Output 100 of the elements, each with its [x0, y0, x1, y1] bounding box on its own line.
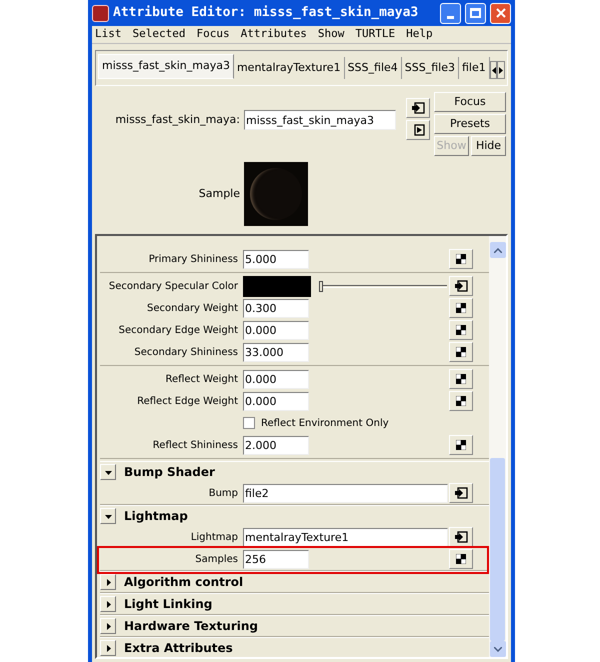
- section-title: Light Linking: [124, 596, 212, 613]
- map-button[interactable]: [449, 435, 473, 455]
- number-field[interactable]: 33.000: [243, 342, 309, 362]
- map-button[interactable]: [449, 320, 473, 340]
- maximize-button[interactable]: [465, 2, 486, 24]
- map-button[interactable]: [449, 549, 473, 569]
- number-field[interactable]: 0.000: [243, 320, 309, 340]
- number-field[interactable]: 0.000: [243, 370, 309, 388]
- menu-item[interactable]: Attributes: [240, 26, 307, 43]
- map-button[interactable]: [449, 249, 473, 269]
- maximize-icon: [470, 8, 481, 18]
- attribute-label: Samples: [194, 552, 239, 566]
- sample-preview: [244, 162, 308, 226]
- section-title: Lightmap: [124, 508, 188, 525]
- number-field[interactable]: 5.000: [243, 250, 309, 268]
- attribute-label: Secondary Specular Color: [108, 280, 239, 294]
- down-caret-icon: [104, 512, 112, 520]
- menu-item[interactable]: Focus: [196, 26, 230, 43]
- connect-button[interactable]: [406, 98, 430, 118]
- sample-label: Sample: [198, 186, 241, 202]
- menu-item[interactable]: Show: [318, 26, 344, 43]
- right-caret-icon: [104, 644, 112, 652]
- input-icon: [454, 280, 468, 292]
- attribute-label: Secondary Edge Weight: [118, 324, 239, 338]
- connect-button[interactable]: [449, 276, 473, 296]
- close-button[interactable]: [490, 2, 511, 24]
- expand-toggle[interactable]: [100, 596, 116, 612]
- minimize-icon: [447, 16, 454, 18]
- map-button[interactable]: [449, 391, 473, 411]
- right-arrow-icon: [499, 66, 504, 74]
- attribute-label: Secondary Shininess: [133, 346, 239, 360]
- right-caret-icon: [104, 622, 112, 630]
- checkbox-box[interactable]: [243, 417, 255, 429]
- right-caret-icon: [104, 600, 112, 608]
- checker-icon: [456, 303, 466, 313]
- tab[interactable]: misss_fast_skin_maya3: [98, 54, 234, 79]
- checkbox-label: Reflect Environment Only: [261, 416, 389, 430]
- menu-item[interactable]: TURTLE: [355, 26, 396, 43]
- slider-thumb[interactable]: [319, 280, 323, 292]
- attribute-label: Reflect Edge Weight: [136, 394, 239, 408]
- connect-button[interactable]: [449, 527, 473, 547]
- checker-icon: [456, 554, 466, 564]
- map-button[interactable]: [449, 369, 473, 389]
- checker-icon: [456, 374, 466, 384]
- checker-icon: [456, 396, 466, 406]
- slider-track[interactable]: [319, 280, 447, 292]
- number-field[interactable]: 0.300: [243, 298, 309, 318]
- scroll-down-button[interactable]: [490, 641, 506, 657]
- expand-toggle[interactable]: [100, 508, 116, 524]
- color-swatch[interactable]: [243, 276, 311, 296]
- down-caret-icon: [104, 468, 112, 476]
- number-field[interactable]: 0.000: [243, 392, 309, 410]
- attribute-label: Secondary Weight: [146, 302, 239, 316]
- left-arrow-icon: [492, 66, 496, 74]
- attribute-label: Primary Shininess: [148, 252, 239, 266]
- map-button[interactable]: [449, 298, 473, 318]
- window-title: Attribute Editor: misss_fast_skin_maya3: [113, 4, 420, 22]
- map-button[interactable]: [449, 342, 473, 362]
- number-field[interactable]: 256: [243, 550, 309, 568]
- menu-item[interactable]: List: [95, 26, 122, 43]
- input-icon: [454, 531, 468, 543]
- side-button[interactable]: Presets: [434, 114, 506, 134]
- attribute-label: Lightmap: [190, 530, 239, 544]
- expand-toggle[interactable]: [100, 574, 116, 590]
- expand-toggle[interactable]: [100, 618, 116, 634]
- checker-icon: [456, 347, 466, 357]
- right-caret-icon: [104, 578, 112, 586]
- scroll-left-button[interactable]: [490, 61, 498, 79]
- connect-button[interactable]: [449, 483, 473, 503]
- close-icon: [496, 8, 506, 18]
- checker-icon: [456, 325, 466, 335]
- menu-item[interactable]: Selected: [132, 26, 186, 43]
- checker-icon: [456, 254, 466, 264]
- attribute-label: Bump: [208, 486, 239, 500]
- checker-icon: [456, 440, 466, 450]
- input-icon: [454, 487, 468, 499]
- node-name-label: misss_fast_skin_maya:: [114, 112, 241, 128]
- scroll-up-button[interactable]: [490, 242, 506, 258]
- minimize-button[interactable]: [440, 2, 461, 24]
- scrollbar[interactable]: [489, 236, 506, 657]
- expand-toggle[interactable]: [100, 464, 116, 480]
- input-icon: [411, 102, 425, 114]
- attribute-label: Reflect Weight: [164, 372, 239, 386]
- number-field[interactable]: 2.000: [243, 436, 309, 454]
- section-title: Algorithm control: [124, 574, 244, 591]
- section-title: Bump Shader: [124, 464, 215, 481]
- section-title: Extra Attributes: [124, 640, 233, 657]
- text-field[interactable]: file2: [243, 484, 448, 502]
- attribute-label: Reflect Shininess: [152, 438, 239, 452]
- connect-button[interactable]: [406, 120, 430, 140]
- text-field[interactable]: mentalrayTexture1: [243, 528, 448, 546]
- scroll-thumb[interactable]: [490, 458, 505, 641]
- menu-item[interactable]: Help: [406, 26, 433, 43]
- node-name-field[interactable]: misss_fast_skin_maya3: [244, 110, 396, 130]
- side-button[interactable]: Focus: [434, 92, 506, 112]
- section-title: Hardware Texturing: [124, 618, 258, 635]
- scroll-right-button[interactable]: [497, 61, 505, 79]
- side-button[interactable]: Hide: [471, 136, 506, 156]
- side-button: Show: [434, 136, 469, 156]
- expand-toggle[interactable]: [100, 640, 116, 656]
